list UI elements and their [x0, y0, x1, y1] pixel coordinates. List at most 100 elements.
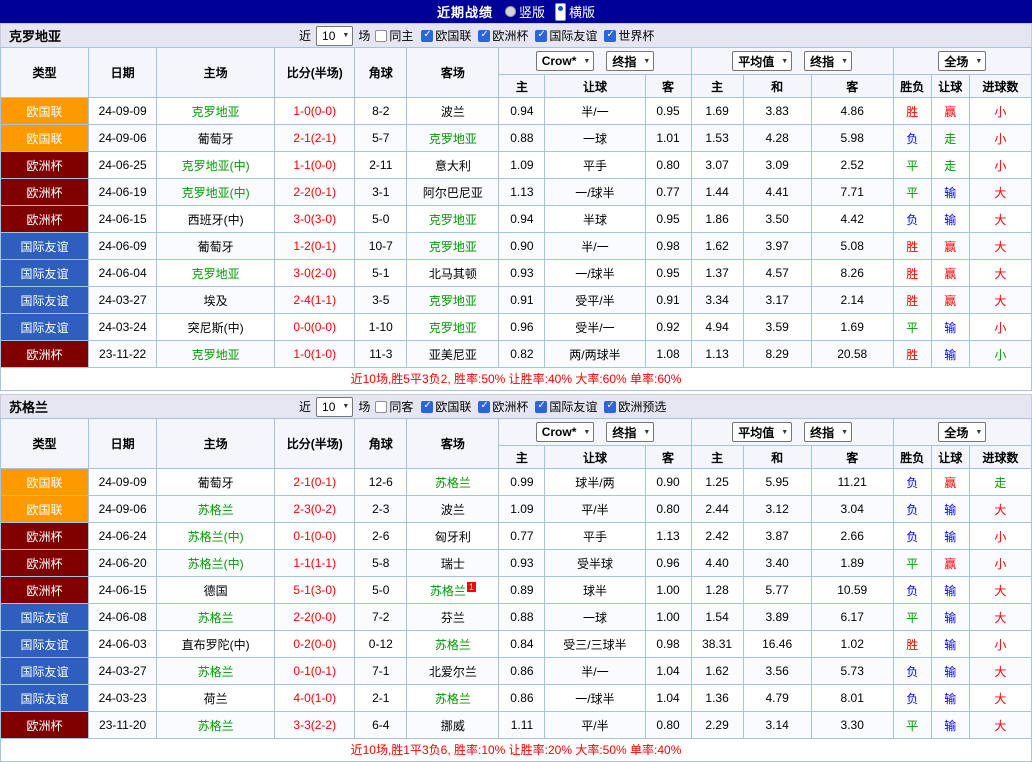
comp-filter[interactable]: 欧洲预选	[604, 398, 666, 415]
home-team: 苏格兰	[156, 495, 276, 523]
match-row: 欧洲杯 23-11-22 克罗地亚 1-0(1-0) 11-3 亚美尼亚 0.82 两/两球半…	[0, 340, 1032, 368]
select-company[interactable]: Crow* ▼	[535, 51, 595, 71]
same-venue-label: 同客	[389, 400, 414, 414]
corner-score: 5-0	[354, 205, 408, 233]
match-row: 国际友谊 24-06-03 直布罗陀(中) 0-2(0-0) 0-12 苏格兰 0.84 受三…	[0, 630, 1032, 658]
col-hcp-result: 让球	[930, 74, 970, 98]
corner-score: 8-2	[354, 97, 408, 125]
comp-checkbox[interactable]	[421, 29, 434, 42]
avg-odds-away: 3.30	[810, 711, 894, 739]
match-score: 0-2(0-0)	[274, 630, 356, 658]
team-section: 克罗地亚 近 10▼ 场 同主 欧国联欧洲杯国际友谊世界杯 类型 日期	[0, 23, 1032, 391]
select-company[interactable]: Crow* ▼	[535, 422, 595, 442]
handicap-odds-home: 1.11	[498, 711, 546, 739]
average-odds-group: 平均值 ▼ 终指 ▼	[690, 418, 894, 446]
select-average[interactable]: 平均值 ▼	[732, 51, 793, 71]
match-type-badge: 欧国联	[0, 495, 90, 523]
comp-filter-label: 欧洲预选	[618, 400, 667, 414]
match-score: 2-4(1-1)	[274, 286, 356, 314]
handicap-odds-away: 1.01	[644, 124, 692, 152]
comp-filter-label: 欧国联	[435, 400, 472, 414]
match-row: 国际友谊 24-03-27 苏格兰 0-1(0-1) 7-1 北爱尔兰 0.86 半/一 1.0…	[0, 657, 1032, 685]
topbar: 近期战绩 竖版 横版	[0, 0, 1032, 23]
handicap-odds-away: 0.95	[644, 97, 692, 125]
layout-radio[interactable]: 竖版	[504, 2, 545, 21]
match-type-badge: 国际友谊	[0, 286, 90, 314]
select-average_stage[interactable]: 终指 ▼	[804, 51, 853, 71]
comp-filter[interactable]: 世界杯	[604, 27, 654, 44]
home-team: 苏格兰	[156, 603, 276, 631]
select-scope[interactable]: 全场 ▼	[938, 422, 987, 442]
comp-checkbox[interactable]	[604, 400, 617, 413]
comp-filter[interactable]: 国际友谊	[535, 27, 597, 44]
handicap-odds-away: 0.95	[644, 205, 692, 233]
team-name: 苏格兰	[9, 400, 49, 415]
corner-score: 10-7	[354, 232, 408, 260]
comp-filter[interactable]: 欧国联	[421, 27, 471, 44]
same-venue-checkbox[interactable]	[375, 400, 388, 413]
match-score: 1-0(0-0)	[274, 97, 356, 125]
layout-radio[interactable]: 横版	[555, 2, 595, 21]
col-date: 日期	[88, 47, 158, 98]
avg-odds-draw: 4.79	[742, 684, 812, 712]
result-goals: 大	[968, 205, 1032, 233]
handicap-odds-home: 0.86	[498, 657, 546, 685]
result-wdl: 胜	[892, 286, 932, 314]
comp-filter[interactable]: 欧国联	[421, 398, 471, 415]
same-venue-checkbox[interactable]	[375, 29, 388, 42]
select-average[interactable]: 平均值 ▼	[732, 422, 793, 442]
away-team: 阿尔巴尼亚	[406, 178, 500, 206]
comp-filter[interactable]: 欧洲杯	[478, 398, 528, 415]
handicap-line: 平手	[544, 522, 646, 550]
avg-odds-away: 8.26	[810, 259, 894, 287]
match-type-badge: 欧洲杯	[0, 340, 90, 368]
team-sections: 克罗地亚 近 10▼ 场 同主 欧国联欧洲杯国际友谊世界杯 类型 日期	[0, 23, 1032, 762]
away-team: 克罗地亚	[406, 313, 500, 341]
select-company_stage[interactable]: 终指 ▼	[606, 422, 655, 442]
select-scope[interactable]: 全场 ▼	[938, 51, 987, 71]
avg-odds-away: 7.71	[810, 178, 894, 206]
match-score: 3-0(3-0)	[274, 205, 356, 233]
comp-filter[interactable]: 国际友谊	[535, 398, 597, 415]
handicap-line: 半/一	[544, 657, 646, 685]
same-venue-filter[interactable]: 同客	[375, 398, 413, 415]
result-handicap: 输	[930, 630, 970, 658]
match-row: 欧洲杯 24-06-19 克罗地亚(中) 2-2(0-1) 3-1 阿尔巴尼亚 1.13 一/…	[0, 178, 1032, 206]
comp-checkbox[interactable]	[478, 400, 491, 413]
avg-odds-draw: 3.59	[742, 313, 812, 341]
match-date: 24-09-06	[88, 124, 158, 152]
comp-checkbox[interactable]	[535, 29, 548, 42]
result-goals: 大	[968, 259, 1032, 287]
result-goals: 大	[968, 232, 1032, 260]
away-team: 匈牙利	[406, 522, 500, 550]
select-company_stage[interactable]: 终指 ▼	[606, 51, 655, 71]
match-row: 国际友谊 24-03-24 突尼斯(中) 0-0(0-0) 1-10 克罗地亚 0.96 受半…	[0, 313, 1032, 341]
comp-checkbox[interactable]	[478, 29, 491, 42]
match-type-badge: 欧洲杯	[0, 711, 90, 739]
comp-checkbox[interactable]	[604, 29, 617, 42]
chevron-down-icon: ▼	[342, 403, 350, 410]
select-average_stage[interactable]: 终指 ▼	[804, 422, 853, 442]
result-handicap: 输	[930, 495, 970, 523]
comp-filter-label: 欧国联	[435, 29, 472, 43]
same-venue-filter[interactable]: 同主	[375, 27, 413, 44]
comp-filter[interactable]: 欧洲杯	[478, 27, 528, 44]
match-date: 24-06-25	[88, 151, 158, 179]
chevron-down-icon: ▼	[583, 57, 591, 65]
near-count-select[interactable]: 10 ▼	[316, 396, 354, 417]
result-wdl: 平	[892, 711, 932, 739]
match-date: 24-03-24	[88, 313, 158, 341]
avg-odds-away: 20.58	[810, 340, 894, 368]
result-goals: 大	[968, 657, 1032, 685]
comp-checkbox[interactable]	[535, 400, 548, 413]
col-score: 比分(半场)	[274, 47, 356, 98]
result-handicap: 输	[930, 684, 970, 712]
comp-checkbox[interactable]	[421, 400, 434, 413]
away-team: 克罗地亚	[406, 286, 500, 314]
handicap-odds-away: 1.13	[644, 522, 692, 550]
result-goals: 大	[968, 711, 1032, 739]
corner-score: 5-8	[354, 549, 408, 577]
near-count-select[interactable]: 10 ▼	[316, 25, 354, 46]
result-wdl: 负	[892, 684, 932, 712]
result-wdl: 负	[892, 657, 932, 685]
